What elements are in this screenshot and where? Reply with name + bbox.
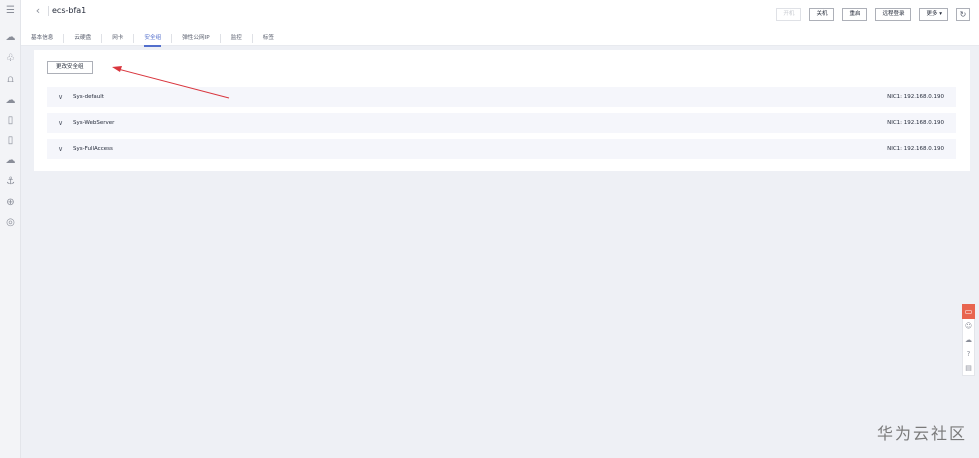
- security-group-name: Sys-WebServer: [73, 120, 115, 126]
- feedback-icon[interactable]: ▭: [962, 304, 975, 319]
- nodes-icon[interactable]: ♧: [4, 52, 17, 65]
- cloud-download-icon[interactable]: ☁: [4, 94, 17, 107]
- header-actions: 开机 关机 重启 远程登录 更多 ▾ ↻: [776, 8, 970, 21]
- compass-icon[interactable]: ◎: [4, 216, 17, 229]
- chevron-down-icon[interactable]: ∨: [58, 118, 63, 128]
- security-group-nic: NIC1: 192.168.0.190: [887, 94, 944, 100]
- tab-tags[interactable]: 标签: [253, 34, 284, 43]
- cloud-upload-icon[interactable]: ☁: [4, 154, 17, 167]
- security-group-panel: 更改安全组 ∨ Sys-default NIC1: 192.168.0.190 …: [34, 50, 970, 171]
- remote-login-button[interactable]: 远程登录: [875, 8, 912, 21]
- floating-toolbar: ▭ ☺ ☁ ? ▤: [962, 304, 975, 376]
- chevron-down-icon[interactable]: ∨: [58, 92, 63, 102]
- document-icon[interactable]: ▯: [4, 114, 17, 127]
- anchor-icon[interactable]: ⚓: [4, 175, 17, 188]
- tab-basic-info[interactable]: 基本信息: [31, 33, 65, 43]
- security-group-row[interactable]: ∨ Sys-FullAccess NIC1: 192.168.0.190: [47, 139, 956, 159]
- page-header: ‹ ecs-bfa1 基本信息 云硬盘 网卡 安全组 弹性公网IP 监控 标签 …: [21, 0, 979, 47]
- title-divider: [48, 6, 49, 16]
- detail-tabs: 基本信息 云硬盘 网卡 安全组 弹性公网IP 监控 标签: [31, 31, 284, 47]
- change-security-group-button[interactable]: 更改安全组: [47, 61, 93, 74]
- refresh-icon[interactable]: ↻: [956, 8, 970, 21]
- clipboard-icon[interactable]: ▯: [4, 134, 17, 147]
- more-dropdown-button[interactable]: 更多 ▾: [919, 8, 948, 21]
- tab-monitoring[interactable]: 监控: [221, 33, 253, 43]
- floating-toolbar-list: ☺ ☁ ? ▤: [962, 319, 975, 376]
- mountains-icon[interactable]: ⩍: [4, 73, 17, 86]
- security-group-name: Sys-FullAccess: [73, 146, 113, 152]
- cloud-icon[interactable]: ☁: [963, 333, 974, 347]
- chevron-down-icon[interactable]: ∨: [58, 144, 63, 154]
- restart-button[interactable]: 重启: [842, 8, 868, 21]
- document-icon[interactable]: ▤: [963, 361, 974, 375]
- page-title: ecs-bfa1: [52, 6, 87, 15]
- security-group-name: Sys-default: [73, 94, 104, 100]
- tab-eip[interactable]: 弹性公网IP: [172, 33, 221, 43]
- help-icon[interactable]: ?: [963, 347, 974, 361]
- cloud-icon[interactable]: ☁: [4, 31, 17, 44]
- security-group-nic: NIC1: 192.168.0.190: [887, 146, 944, 152]
- back-chevron-icon[interactable]: ‹: [32, 5, 44, 17]
- menu-icon[interactable]: ☰: [4, 4, 17, 17]
- watermark: 华为云社区: [876, 424, 967, 443]
- tab-cloud-disk[interactable]: 云硬盘: [64, 33, 103, 43]
- security-group-nic: NIC1: 192.168.0.190: [887, 120, 944, 126]
- start-button[interactable]: 开机: [776, 8, 802, 21]
- left-nav-rail: ☰ ☁ ♧ ⩍ ☁ ▯ ▯ ☁ ⚓ ⊕ ◎: [0, 0, 21, 458]
- security-group-row[interactable]: ∨ Sys-default NIC1: 192.168.0.190: [47, 87, 956, 107]
- security-group-row[interactable]: ∨ Sys-WebServer NIC1: 192.168.0.190: [47, 113, 956, 133]
- tab-security-group[interactable]: 安全组: [134, 33, 173, 47]
- globe-icon[interactable]: ⊕: [4, 196, 17, 209]
- stop-button[interactable]: 关机: [809, 8, 835, 21]
- smile-icon[interactable]: ☺: [963, 319, 974, 333]
- tab-nic[interactable]: 网卡: [102, 33, 135, 43]
